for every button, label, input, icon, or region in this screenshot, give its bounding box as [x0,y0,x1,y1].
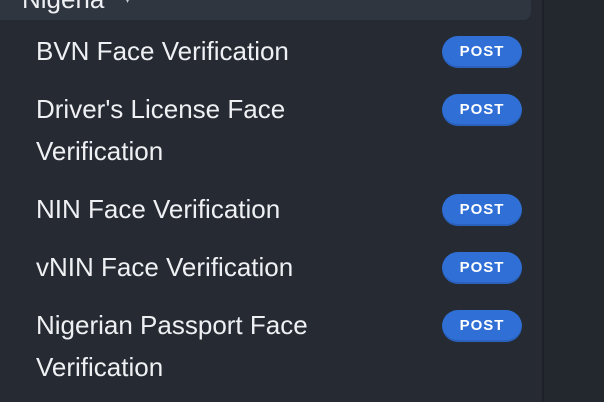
sidebar-item-drivers-license-face-verification[interactable]: Driver's License Face Verification POST [0,88,531,174]
method-badge: POST [442,94,522,126]
method-badge: POST [442,194,522,226]
sidebar-item-label: Nigerian Passport Face Verification [36,310,308,382]
content-pane [544,0,604,402]
sidebar-item-label: NIN Face Verification [36,194,281,224]
group-header-nigeria[interactable]: Nigeria ▾ [0,0,531,20]
method-badge: POST [442,310,522,342]
group-title: Nigeria [22,0,104,12]
chevron-down-icon: ▾ [124,0,131,7]
sidebar-item-label: Driver's License Face Verification [36,94,286,166]
sidebar-item-nigerian-passport-face-verification[interactable]: Nigerian Passport Face Verification POST [0,304,531,390]
sidebar-item-nin-face-verification[interactable]: NIN Face Verification POST [0,188,531,232]
sidebar-item-bvn-face-verification[interactable]: BVN Face Verification POST [0,30,531,74]
method-badge: POST [442,252,522,284]
sidebar-item-label: BVN Face Verification [36,36,289,66]
sidebar-item-label: vNIN Face Verification [36,252,294,282]
sidebar-item-vnin-face-verification[interactable]: vNIN Face Verification POST [0,246,531,290]
api-sidebar: Nigeria ▾ BVN Face Verification POST Dri… [0,0,542,402]
docs-sidebar-view: Nigeria ▾ BVN Face Verification POST Dri… [0,0,604,402]
method-badge: POST [442,36,522,68]
